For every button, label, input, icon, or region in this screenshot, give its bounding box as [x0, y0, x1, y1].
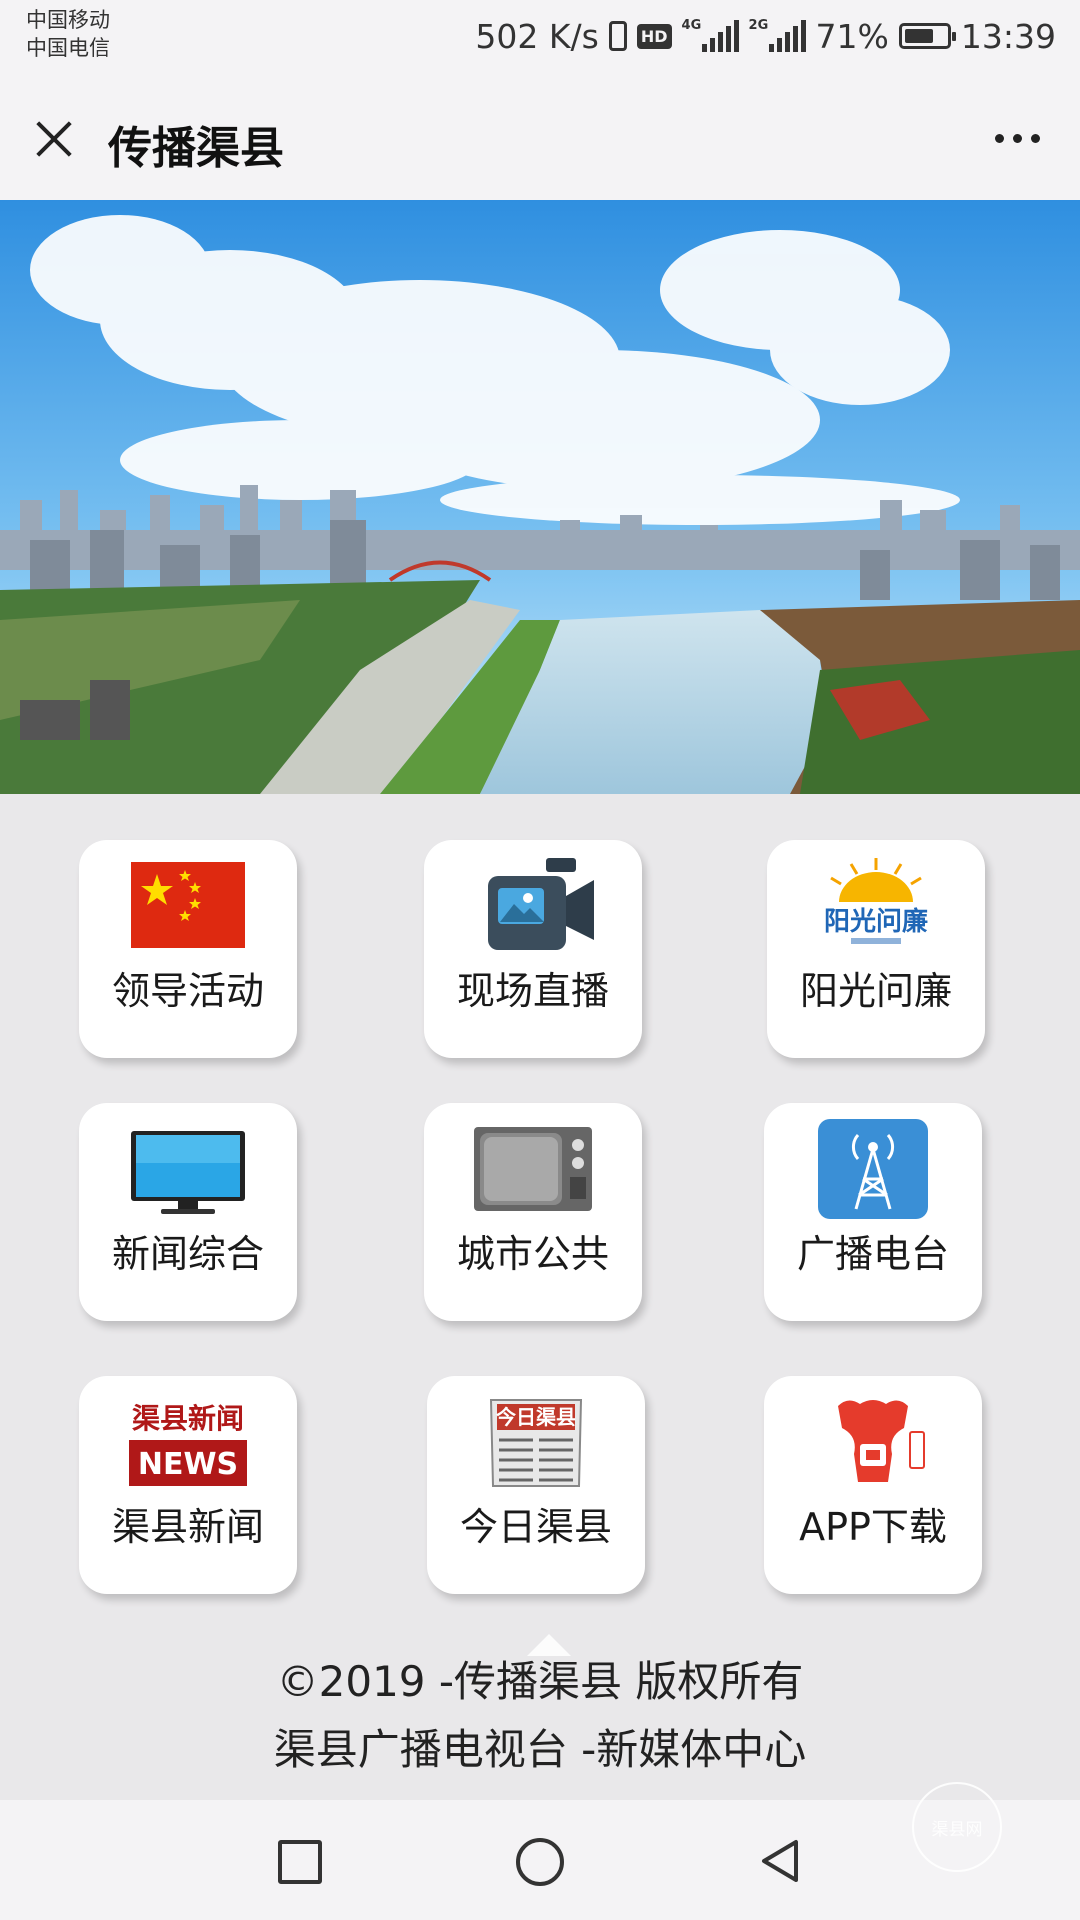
tile-label: 领导活动 — [111, 969, 264, 1013]
app-logo-icon — [808, 1392, 938, 1492]
tile-today-quxian[interactable]: 今日渠县 今日渠县 — [427, 1376, 645, 1594]
tile-leadership-activities[interactable]: 领导活动 — [79, 840, 297, 1058]
status-bar: 中国移动 中国电信 502 K/s HD 4G 2G 71% 13:39 — [0, 0, 1080, 76]
newspaper-icon: 今日渠县 — [471, 1392, 601, 1492]
clock: 13:39 — [960, 16, 1056, 56]
footer-organization: 渠县广播电视台 -新媒体中心 — [273, 1725, 807, 1774]
battery-percent: 71% — [815, 16, 889, 56]
battery-fill — [904, 29, 933, 43]
status-indicators: 502 K/s HD 4G 2G 71% 13:39 — [475, 14, 1056, 58]
network-speed: 502 K/s — [475, 16, 599, 56]
tile-city-public[interactable]: 城市公共 — [424, 1103, 642, 1321]
tile-label: 城市公共 — [456, 1232, 609, 1276]
title-bar: 传播渠县 — [0, 76, 1080, 200]
radio-tower-icon — [808, 1119, 938, 1219]
footer-copyright: ©2019 -传播渠县 版权所有 — [276, 1657, 804, 1706]
back-icon[interactable] — [760, 1838, 800, 1884]
tile-label: 新闻综合 — [111, 1232, 264, 1276]
recent-apps-icon[interactable] — [278, 1840, 322, 1884]
carrier-2: 中国电信 — [26, 36, 110, 60]
sunshine-logo-icon: 阳光问廉 — [811, 856, 941, 956]
signal-2g-icon: 2G — [748, 18, 806, 52]
sunshine-logo-text: 阳光问廉 — [824, 906, 928, 937]
news-logo-text: 渠县新闻 — [132, 1402, 244, 1435]
tile-label: 渠县新闻 — [111, 1505, 264, 1549]
tile-quxian-news[interactable]: 渠县新闻 NEWS 渠县新闻 — [79, 1376, 297, 1594]
carrier-1: 中国移动 — [26, 8, 110, 32]
tile-label: 阳光问廉 — [799, 969, 952, 1013]
newspaper-title-text: 今日渠县 — [496, 1405, 576, 1429]
tile-radio-station[interactable]: 广播电台 — [764, 1103, 982, 1321]
tile-label: 今日渠县 — [459, 1505, 612, 1549]
close-icon[interactable] — [26, 110, 82, 166]
net-label-2g: 2G — [748, 18, 769, 33]
watermark-logo: 渠县网 — [912, 1782, 1002, 1872]
hd-badge: HD — [636, 23, 672, 49]
signal-4g-icon: 4G — [681, 18, 739, 52]
tile-news-general[interactable]: 新闻综合 — [79, 1103, 297, 1321]
tile-label: 广播电台 — [796, 1232, 949, 1276]
battery-icon — [898, 23, 956, 49]
tile-label: 现场直播 — [456, 969, 609, 1013]
video-camera-icon — [468, 856, 598, 956]
news-logo-icon: 渠县新闻 NEWS — [123, 1392, 253, 1492]
net-label-4g: 4G — [681, 18, 702, 33]
news-logo-word: NEWS — [138, 1447, 238, 1482]
flat-tv-icon — [123, 1119, 253, 1219]
carrier-info: 中国移动 中国电信 — [26, 6, 110, 62]
page-title: 传播渠县 — [108, 123, 284, 174]
retro-tv-icon — [468, 1119, 598, 1219]
tile-sunshine-integrity[interactable]: 阳光问廉 阳光问廉 — [767, 840, 985, 1058]
home-icon[interactable] — [516, 1838, 564, 1886]
more-dots-icon[interactable] — [995, 134, 1040, 143]
tile-label: APP下载 — [799, 1505, 947, 1549]
tile-live-broadcast[interactable]: 现场直播 — [424, 840, 642, 1058]
vibrate-icon — [608, 21, 627, 51]
banner-image — [0, 200, 1080, 794]
tile-app-download[interactable]: APP下载 — [764, 1376, 982, 1594]
china-flag-icon — [123, 856, 253, 956]
city-river-panorama — [0, 200, 1080, 794]
